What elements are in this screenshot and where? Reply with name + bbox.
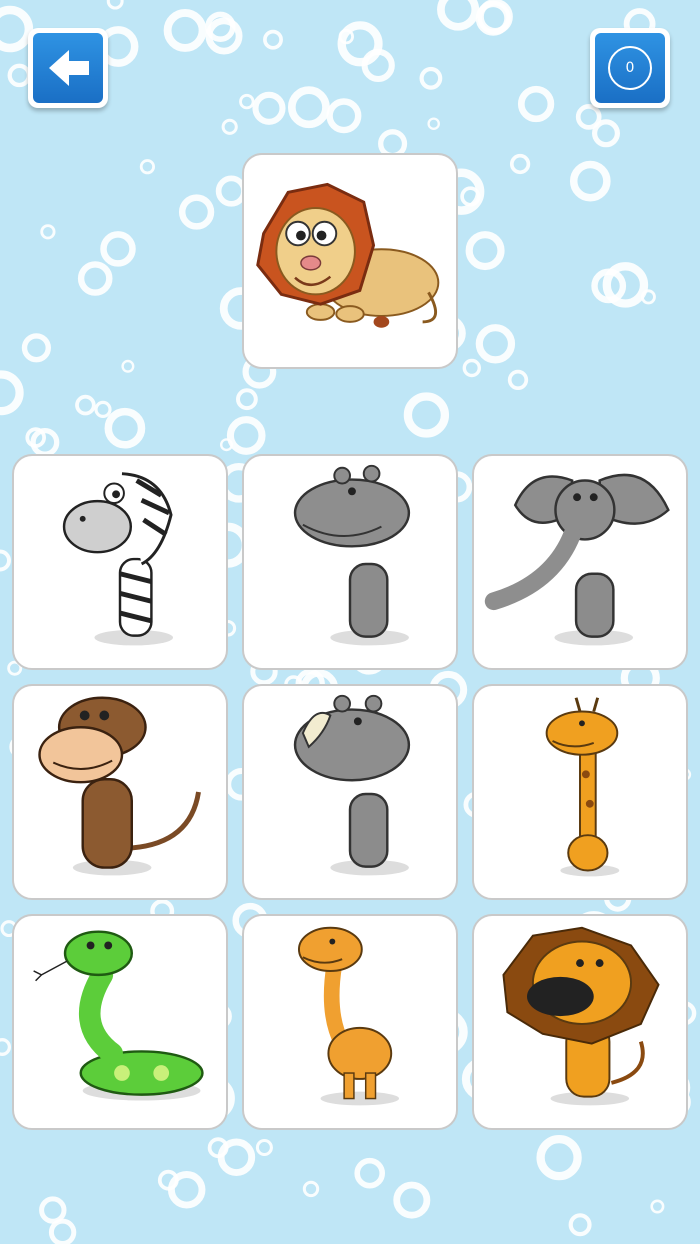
hippo-icon xyxy=(293,464,411,646)
monkey-icon xyxy=(38,696,201,876)
option-card-elephant[interactable] xyxy=(472,454,688,670)
lion-icon xyxy=(502,926,660,1106)
option-card-hippo[interactable] xyxy=(242,454,458,670)
option-card-zebra[interactable] xyxy=(12,454,228,670)
option-card-monkey[interactable] xyxy=(12,684,228,900)
score-button[interactable]: 0 xyxy=(590,28,670,108)
zebra-icon xyxy=(62,472,173,646)
option-card-rhino[interactable] xyxy=(242,684,458,900)
arrow-left-icon xyxy=(49,50,89,86)
rhino-icon xyxy=(293,694,411,876)
snake-icon xyxy=(33,930,204,1101)
lion-target-icon xyxy=(256,182,440,328)
score-value: 0 xyxy=(608,46,652,90)
option-card-giraffe[interactable] xyxy=(472,684,688,900)
giraffe-icon xyxy=(545,697,620,877)
target-animal-card xyxy=(242,153,458,369)
option-card-lion[interactable] xyxy=(472,914,688,1130)
camel-icon xyxy=(297,926,400,1106)
option-card-camel[interactable] xyxy=(242,914,458,1130)
option-card-snake[interactable] xyxy=(12,914,228,1130)
elephant-icon xyxy=(484,473,670,646)
back-button[interactable] xyxy=(28,28,108,108)
